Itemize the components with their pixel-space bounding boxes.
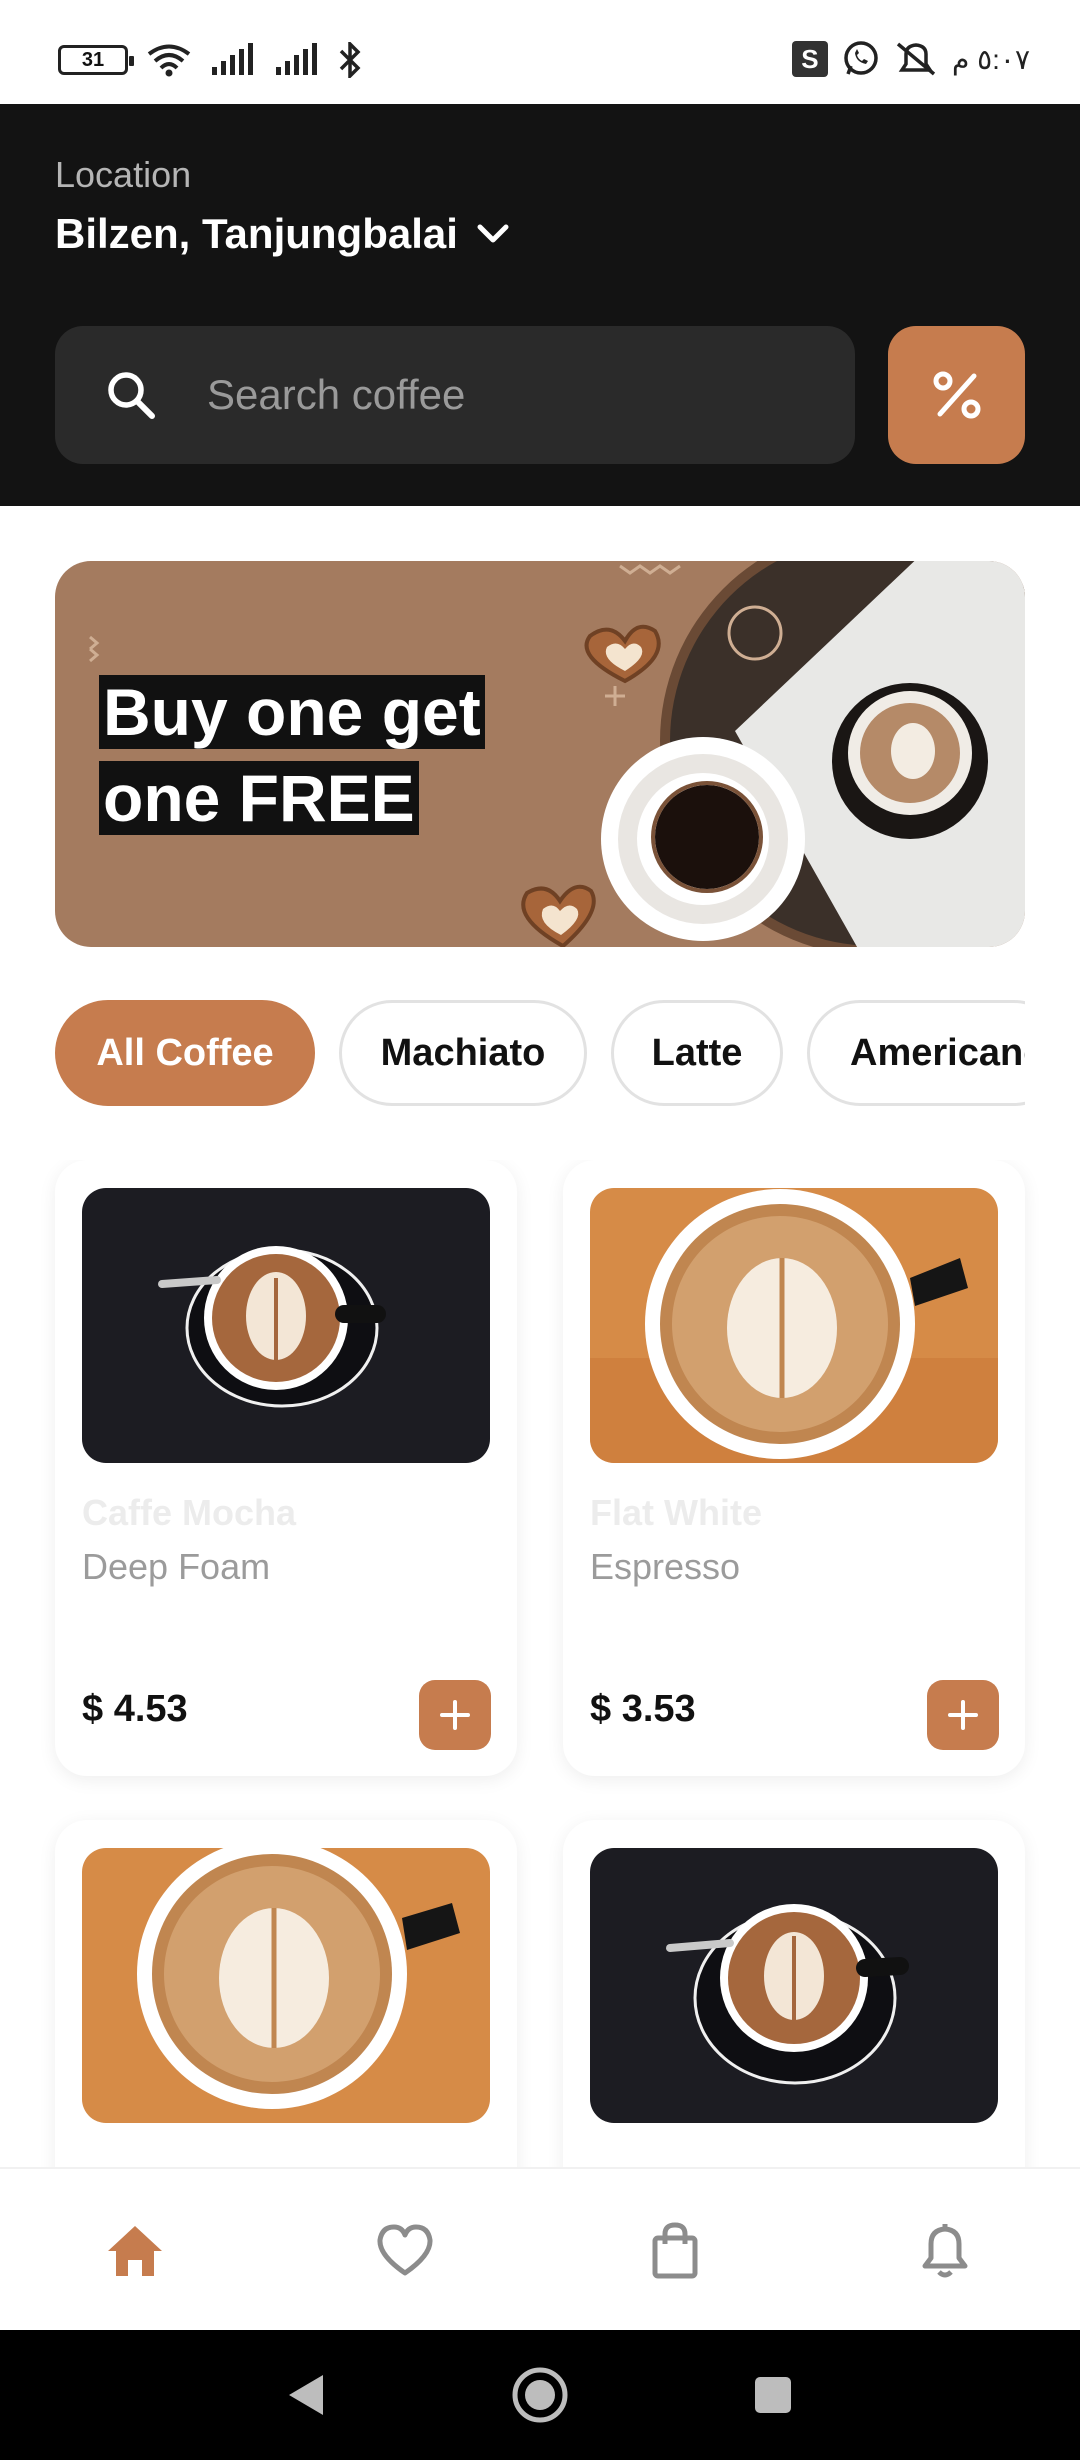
location-value: Bilzen, Tanjungbalai: [55, 210, 458, 257]
status-left: 31: [58, 42, 362, 78]
product-card[interactable]: Caffe Mocha Deep Foam $ 4.53: [55, 1160, 517, 1776]
location-selector[interactable]: Bilzen, Tanjungbalai: [55, 210, 510, 258]
home-icon: [108, 2226, 162, 2276]
category-tabs: All Coffee Machiato Latte Americano: [55, 1000, 1025, 1108]
product-name: Flat White: [590, 1492, 762, 1533]
system-navigation-bar: [0, 2330, 1080, 2460]
location-label: Location: [55, 154, 192, 195]
product-grid: Caffe Mocha Deep Foam $ 4.53 Flat White …: [0, 1160, 1080, 2167]
header: Location Bilzen, Tanjungbalai: [0, 104, 1080, 506]
nav-notifications[interactable]: [913, 2219, 977, 2283]
plus-icon: [440, 1700, 470, 1730]
bottom-navigation: [0, 2167, 1080, 2330]
s-app-icon: S: [791, 41, 828, 77]
product-price: $ 4.53: [82, 1688, 188, 1730]
filter-button[interactable]: [888, 326, 1025, 464]
battery-level: 31: [81, 48, 105, 71]
plus-icon: [948, 1700, 978, 1730]
wifi-icon: [147, 44, 191, 77]
category-chip-latte[interactable]: Latte: [611, 1000, 783, 1106]
product-card[interactable]: [55, 1820, 517, 2167]
signal-icon: [276, 43, 317, 75]
product-image: [590, 1848, 998, 2123]
home-system-button[interactable]: [505, 2360, 575, 2430]
muted-icon: [896, 42, 936, 76]
add-to-cart-button[interactable]: [419, 1680, 491, 1750]
promo-line-1: Buy one get: [99, 675, 485, 749]
product-subtitle: Espresso: [590, 1546, 741, 1587]
home-circle-icon: [512, 2367, 568, 2423]
category-chip-americano[interactable]: Americano: [807, 1000, 1025, 1106]
percent-icon: [933, 371, 980, 419]
bell-icon: [922, 2224, 968, 2278]
product-image: [82, 1848, 490, 2123]
add-to-cart-button[interactable]: [927, 1680, 999, 1750]
product-price: $ 3.53: [590, 1688, 696, 1730]
promo-line-2: one FREE: [99, 761, 419, 835]
clock: ٥:٠٧ م: [951, 43, 1030, 75]
shopping-bag-icon: [652, 2222, 698, 2279]
nav-cart[interactable]: [643, 2219, 707, 2283]
status-right: S ٥:٠٧ م: [791, 40, 1030, 78]
promo-headline: Buy one get one FREE: [99, 669, 485, 841]
search-icon: [103, 367, 159, 423]
back-button[interactable]: [270, 2360, 340, 2430]
product-subtitle: Deep Foam: [82, 1546, 271, 1587]
whatsapp-icon: [844, 41, 878, 75]
heart-icon: [377, 2224, 433, 2276]
signal-icon: [212, 43, 253, 75]
product-image: [82, 1188, 490, 1463]
nav-favorites[interactable]: [373, 2219, 437, 2283]
recents-icon: [755, 2377, 791, 2413]
promo-banner[interactable]: Buy one get one FREE: [55, 561, 1025, 947]
search-bar[interactable]: [55, 326, 855, 464]
search-input[interactable]: [207, 371, 767, 419]
product-image: [590, 1188, 998, 1463]
back-icon: [289, 2375, 323, 2415]
chevron-down-icon: [477, 224, 509, 243]
status-bar: 31 S ٥:٠٧ م: [0, 0, 1080, 104]
category-chip-all-coffee[interactable]: All Coffee: [55, 1000, 315, 1106]
bluetooth-icon: [339, 42, 361, 78]
product-name: Caffe Mocha: [82, 1492, 297, 1533]
category-chip-machiato[interactable]: Machiato: [339, 1000, 587, 1106]
recents-button[interactable]: [738, 2360, 808, 2430]
battery-icon: 31: [58, 45, 134, 75]
product-card[interactable]: [563, 1820, 1025, 2167]
product-card[interactable]: Flat White Espresso $ 3.53: [563, 1160, 1025, 1776]
nav-home[interactable]: [103, 2219, 167, 2283]
